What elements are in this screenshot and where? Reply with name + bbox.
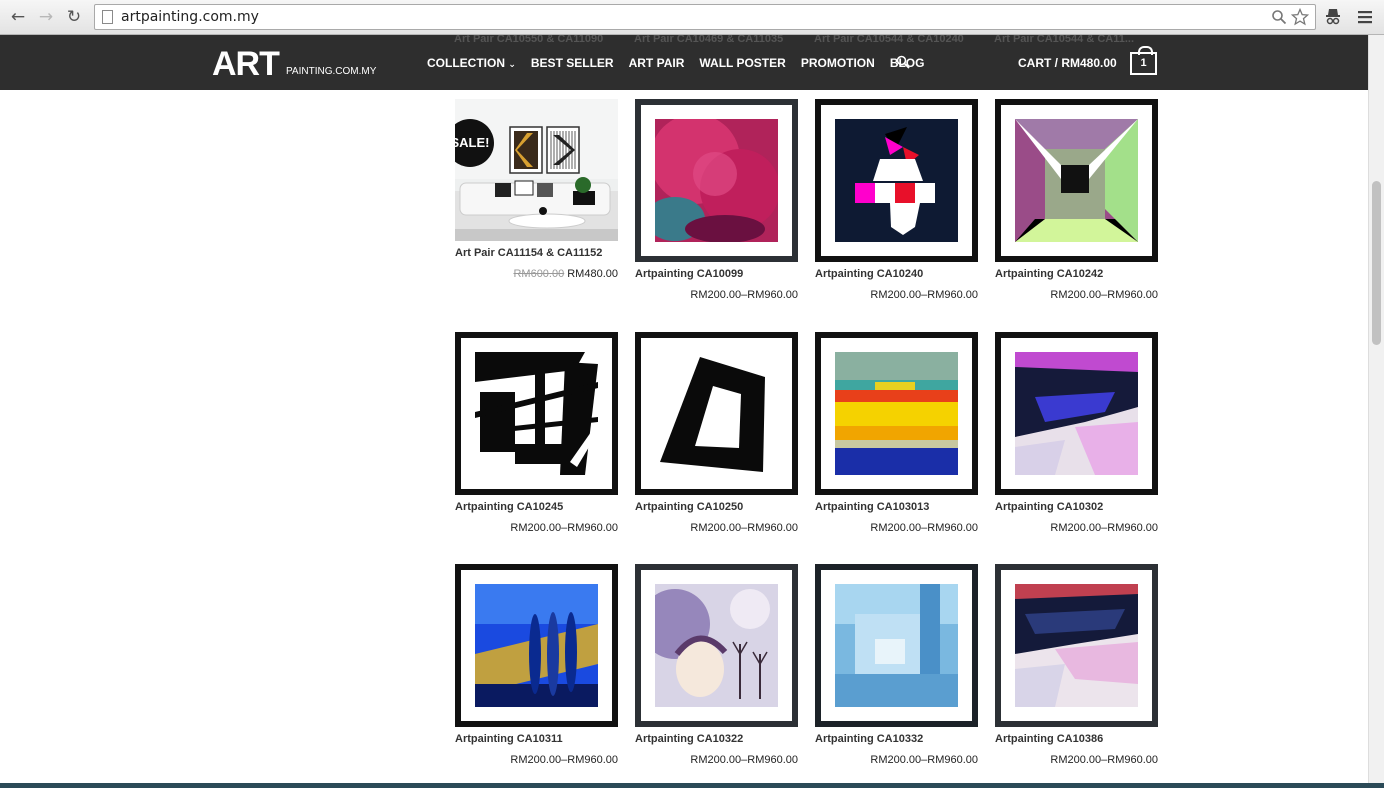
product-image[interactable] bbox=[635, 564, 798, 727]
product-price: RM200.00–RM960.00 bbox=[510, 522, 618, 534]
product-title[interactable]: Artpainting CA10245 bbox=[455, 501, 618, 513]
product-price: RM200.00–RM960.00 bbox=[870, 289, 978, 301]
ghost-title: Art Pair CA10550 & CA11090 bbox=[454, 35, 604, 45]
product-image[interactable] bbox=[995, 332, 1158, 495]
product-title[interactable]: Art Pair CA11154 & CA11152 bbox=[455, 247, 618, 259]
product-price: RM200.00–RM960.00 bbox=[510, 754, 618, 766]
chevron-down-icon: ⌄ bbox=[508, 60, 516, 70]
artwork-image bbox=[835, 584, 958, 707]
product-price: RM200.00–RM960.00 bbox=[870, 754, 978, 766]
artwork-image bbox=[475, 352, 598, 475]
product-card[interactable]: Artpainting CA10245 RM200.00–RM960.00 bbox=[455, 332, 618, 534]
product-card[interactable]: Artpainting CA10322 RM200.00–RM960.00 bbox=[635, 564, 798, 766]
artwork-image bbox=[655, 352, 778, 475]
address-bar[interactable]: artpainting.com.my bbox=[94, 4, 1316, 30]
menu-icon[interactable] bbox=[1354, 6, 1376, 28]
product-title[interactable]: Artpainting CA10240 bbox=[815, 268, 978, 280]
product-image[interactable] bbox=[995, 564, 1158, 727]
cart-link[interactable]: CART / RM480.00 bbox=[1018, 56, 1117, 70]
artwork-image bbox=[475, 584, 598, 707]
product-image[interactable] bbox=[815, 99, 978, 262]
site-logo[interactable]: ART bbox=[212, 45, 280, 84]
bookmark-star-icon[interactable] bbox=[1291, 8, 1309, 26]
product-image[interactable]: SALE! bbox=[455, 99, 618, 241]
product-card[interactable]: Artpainting CA10242 RM200.00–RM960.00 bbox=[995, 99, 1158, 301]
artwork-image bbox=[835, 352, 958, 475]
product-title[interactable]: Artpainting CA10242 bbox=[995, 268, 1158, 280]
site-logo-subtext[interactable]: PAINTING.COM.MY bbox=[286, 66, 376, 77]
cart-count-icon[interactable]: 1 bbox=[1130, 46, 1157, 75]
menu-art-pair[interactable]: ART PAIR bbox=[629, 56, 685, 70]
product-price: RM200.00–RM960.00 bbox=[1050, 522, 1158, 534]
artwork-image bbox=[655, 584, 778, 707]
back-button[interactable]: ← bbox=[7, 6, 29, 28]
product-card[interactable]: Artpainting CA10311 RM200.00–RM960.00 bbox=[455, 564, 618, 766]
product-card[interactable]: Artpainting CA10302 RM200.00–RM960.00 bbox=[995, 332, 1158, 534]
product-title[interactable]: Artpainting CA10302 bbox=[995, 501, 1158, 513]
menu-collection-label: COLLECTION bbox=[427, 56, 505, 70]
ghost-title: Art Pair CA10469 & CA11035 bbox=[634, 35, 784, 45]
sale-price: RM480.00 bbox=[567, 268, 618, 280]
product-price: RM600.00 RM480.00 bbox=[455, 268, 618, 280]
artwork-image bbox=[655, 119, 778, 242]
menu-collection[interactable]: COLLECTION ⌄ bbox=[427, 56, 516, 70]
product-price: RM200.00–RM960.00 bbox=[690, 289, 798, 301]
artwork-image bbox=[1015, 119, 1138, 242]
site-header: Art Pair CA10550 & CA11090 Art Pair CA10… bbox=[0, 35, 1368, 90]
product-title[interactable]: Artpainting CA10311 bbox=[455, 733, 618, 745]
product-image[interactable] bbox=[815, 332, 978, 495]
product-title[interactable]: Artpainting CA103013 bbox=[815, 501, 978, 513]
reload-button[interactable]: ↻ bbox=[63, 6, 85, 28]
artwork-image bbox=[1015, 352, 1138, 475]
ghost-title: Art Pair CA10544 & CA10240 bbox=[814, 35, 964, 45]
product-price: RM200.00–RM960.00 bbox=[690, 754, 798, 766]
ghost-title: Art Pair CA10544 & CA11... bbox=[994, 35, 1135, 45]
product-image[interactable] bbox=[635, 99, 798, 262]
search-icon[interactable] bbox=[896, 55, 910, 69]
product-image[interactable] bbox=[455, 332, 618, 495]
product-title[interactable]: Artpainting CA10250 bbox=[635, 501, 798, 513]
product-price: RM200.00–RM960.00 bbox=[1050, 754, 1158, 766]
product-card[interactable]: Artpainting CA10332 RM200.00–RM960.00 bbox=[815, 564, 978, 766]
scrollbar-thumb[interactable] bbox=[1372, 181, 1381, 345]
page-icon bbox=[102, 10, 113, 24]
product-price: RM200.00–RM960.00 bbox=[870, 522, 978, 534]
browser-toolbar: ← → ↻ artpainting.com.my bbox=[0, 0, 1384, 35]
incognito-icon[interactable] bbox=[1322, 6, 1344, 28]
vertical-scrollbar[interactable] bbox=[1368, 35, 1384, 783]
product-image[interactable] bbox=[995, 99, 1158, 262]
artwork-image bbox=[1015, 584, 1138, 707]
product-card[interactable]: Artpainting CA10386 RM200.00–RM960.00 bbox=[995, 564, 1158, 766]
product-title[interactable]: Artpainting CA10332 bbox=[815, 733, 978, 745]
menu-wall-poster[interactable]: WALL POSTER bbox=[699, 56, 785, 70]
product-title[interactable]: Artpainting CA10322 bbox=[635, 733, 798, 745]
product-card[interactable]: Artpainting CA103013 RM200.00–RM960.00 bbox=[815, 332, 978, 534]
product-card[interactable]: Artpainting CA10099 RM200.00–RM960.00 bbox=[635, 99, 798, 301]
scrolled-behind-titles: Art Pair CA10550 & CA11090 Art Pair CA10… bbox=[0, 35, 1368, 47]
menu-best-seller[interactable]: BEST SELLER bbox=[531, 56, 614, 70]
product-price: RM200.00–RM960.00 bbox=[1050, 289, 1158, 301]
menu-promotion[interactable]: PROMOTION bbox=[801, 56, 875, 70]
artwork-image bbox=[835, 119, 958, 242]
product-price: RM200.00–RM960.00 bbox=[690, 522, 798, 534]
product-card[interactable]: Artpainting CA10250 RM200.00–RM960.00 bbox=[635, 332, 798, 534]
product-title[interactable]: Artpainting CA10386 bbox=[995, 733, 1158, 745]
zoom-icon[interactable] bbox=[1271, 9, 1287, 25]
product-image[interactable] bbox=[635, 332, 798, 495]
page-viewport: Art Pair CA10550 & CA11090 Art Pair CA10… bbox=[0, 35, 1368, 783]
window-bottom-edge bbox=[0, 783, 1384, 788]
product-image[interactable] bbox=[815, 564, 978, 727]
product-card[interactable]: Artpainting CA10240 RM200.00–RM960.00 bbox=[815, 99, 978, 301]
product-card[interactable]: SALE! Art Pair CA11154 & CA11152 RM600.0… bbox=[455, 99, 618, 280]
main-menu: COLLECTION ⌄ BEST SELLER ART PAIR WALL P… bbox=[427, 56, 939, 70]
product-title[interactable]: Artpainting CA10099 bbox=[635, 268, 798, 280]
original-price: RM600.00 bbox=[513, 268, 565, 280]
forward-button[interactable]: → bbox=[35, 6, 57, 28]
url-text[interactable]: artpainting.com.my bbox=[121, 9, 259, 25]
product-image[interactable] bbox=[455, 564, 618, 727]
